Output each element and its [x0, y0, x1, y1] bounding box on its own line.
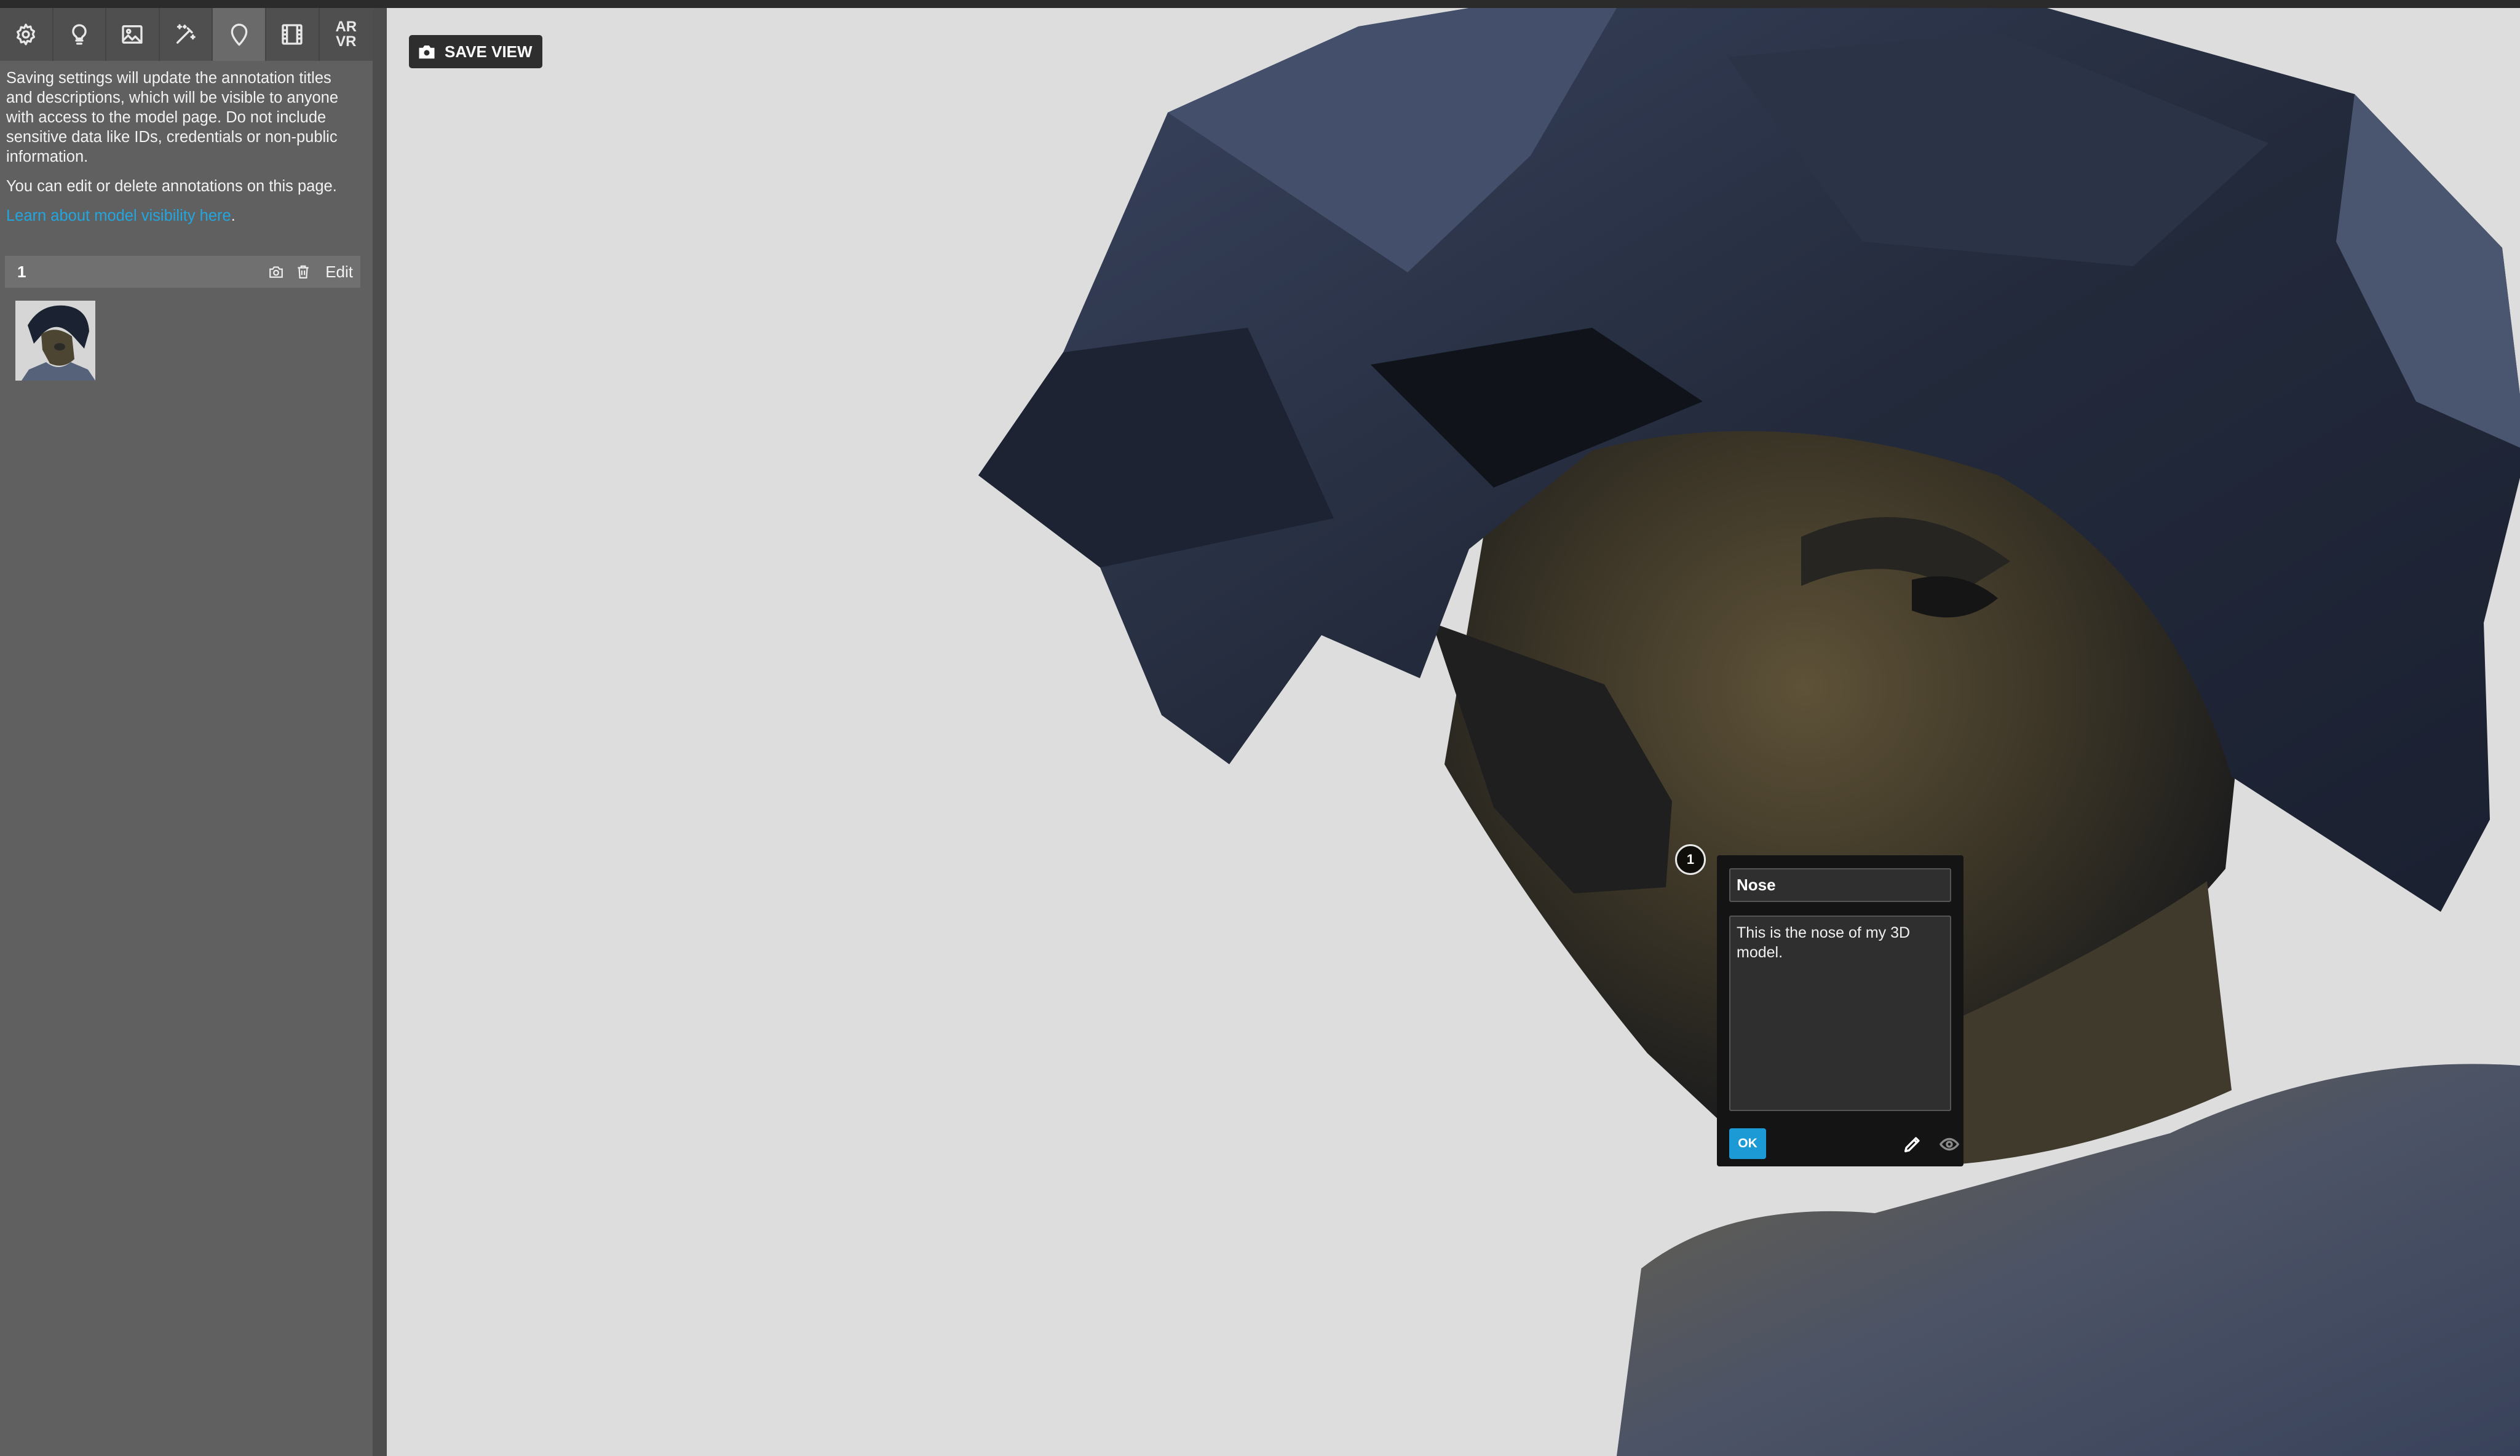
save-view-button[interactable]: SAVE VIEW	[409, 35, 542, 68]
annotation-edit-button[interactable]: Edit	[325, 263, 353, 282]
tool-general[interactable]	[0, 8, 53, 61]
learn-line: Learn about model visibility here.	[6, 206, 360, 226]
annotation-editor-popup: This is the nose of my 3D model. OK	[1717, 855, 1963, 1166]
map-pin-icon	[231, 23, 248, 46]
edit-hint: You can edit or delete annotations on th…	[6, 178, 337, 195]
sidebar: AR VR Saving settings will update the an…	[0, 8, 373, 1456]
tool-annotations[interactable]	[213, 8, 266, 61]
annotation-delete-button[interactable]	[290, 258, 317, 285]
ok-button[interactable]: OK	[1729, 1128, 1766, 1159]
learn-visibility-link[interactable]: Learn about model visibility here	[6, 207, 231, 224]
arvr-label-ar: AR	[335, 18, 357, 35]
sidebar-resize-handle[interactable]	[373, 8, 387, 1456]
visibility-notice: Saving settings will update the annotati…	[6, 69, 339, 165]
trash-icon	[298, 265, 309, 279]
magic-wand-icon	[176, 24, 196, 44]
top-bar	[0, 0, 2520, 8]
annotation-hotspot[interactable]: 1	[1675, 844, 1706, 875]
tool-lighting[interactable]	[53, 8, 107, 61]
annotation-thumbnail[interactable]	[15, 301, 95, 381]
annotation-title-input[interactable]	[1729, 868, 1951, 902]
tool-post-processing[interactable]	[160, 8, 213, 61]
statue-3d-model[interactable]	[387, 8, 2520, 1456]
save-view-label: SAVE VIEW	[445, 42, 533, 61]
annotation-camera-button[interactable]	[263, 258, 290, 285]
lightbulb-icon	[72, 24, 87, 45]
film-icon	[282, 24, 303, 45]
annotation-description-input[interactable]: This is the nose of my 3D model.	[1729, 916, 1951, 1111]
annotation-number: 1	[17, 262, 26, 281]
eye-icon	[1940, 1138, 1959, 1151]
tool-ar-vr[interactable]: AR VR	[320, 8, 373, 61]
visibility-toggle-button[interactable]	[1936, 1131, 1963, 1158]
gear-icon	[17, 23, 36, 46]
camera-icon	[419, 46, 435, 59]
tool-animation[interactable]	[266, 8, 320, 61]
3d-viewport[interactable]: SAVE VIEW 1 This is the nose of my 3D mo…	[387, 8, 2520, 1456]
statue-thumbnail-image	[15, 301, 95, 381]
edit-position-button[interactable]	[1899, 1131, 1926, 1158]
pencil-icon	[1904, 1137, 1920, 1153]
editor-toolbar: AR VR	[0, 8, 373, 61]
image-icon	[122, 25, 143, 44]
learn-suffix: .	[231, 207, 236, 224]
annotation-row[interactable]: 1 Edit	[5, 256, 360, 288]
camera-icon	[269, 266, 283, 278]
arvr-label-vr: VR	[336, 33, 357, 50]
tool-background[interactable]	[106, 8, 160, 61]
